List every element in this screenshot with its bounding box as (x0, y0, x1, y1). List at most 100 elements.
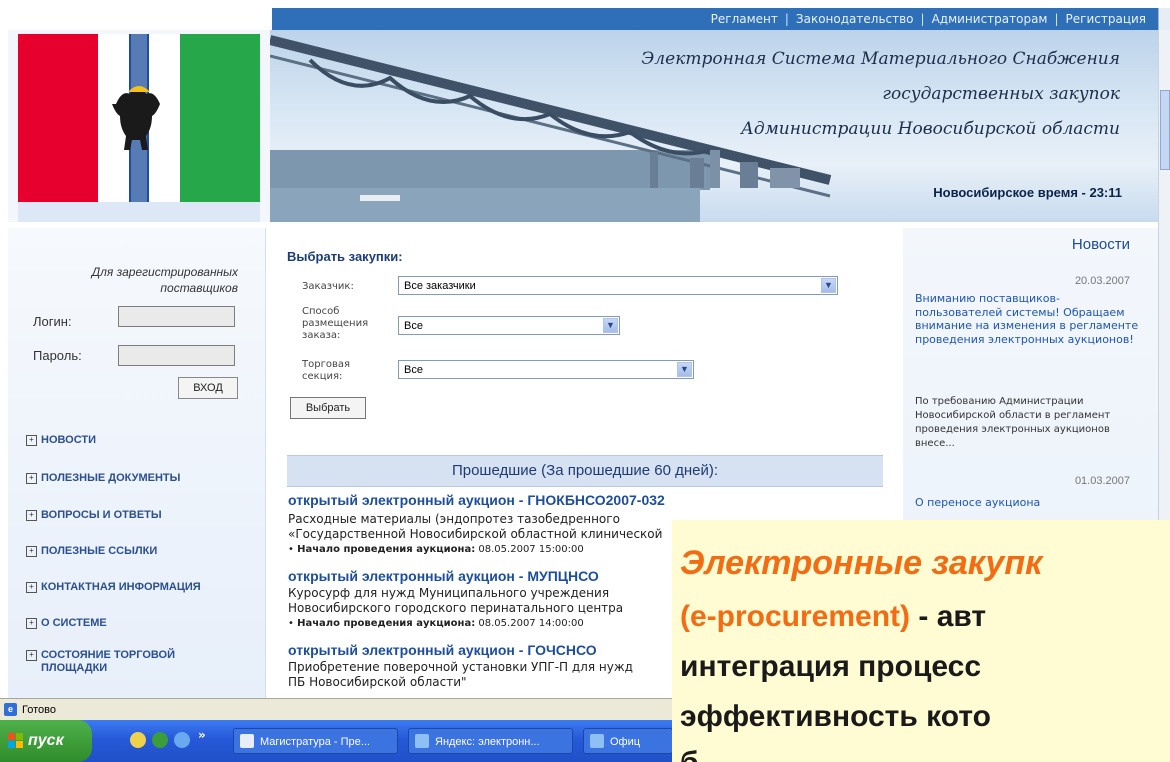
expand-icon: + (26, 435, 37, 446)
menu-item-label: КОНТАКТНАЯ ИНФОРМАЦИЯ (41, 581, 201, 593)
password-label: Пароль: (33, 348, 82, 363)
customer-select[interactable]: Все заказчики ▼ (398, 276, 838, 295)
auction-description: «Государственной Новосибирской областной… (288, 527, 663, 541)
method-select[interactable]: Все ▼ (398, 316, 620, 335)
section-select-value: Все (404, 364, 423, 376)
menu-item-links[interactable]: + ПОЛЕЗНЫЕ ССЫЛКИ (26, 545, 157, 557)
chevron-down-icon[interactable]: ▼ (677, 362, 692, 377)
menu-item-platform-status[interactable]: + СОСТОЯНИЕ ТОРГОВОЙ ПЛОЩАДКИ (26, 649, 201, 675)
auction-description: ПБ Новосибирской области" (288, 675, 467, 689)
overlay-line: эффективность кото (680, 700, 991, 733)
login-input[interactable] (118, 306, 235, 327)
expand-icon: + (26, 473, 37, 484)
menu-item-faq[interactable]: + ВОПРОСЫ И ОТВЕТЫ (26, 509, 162, 521)
system-title-line2: государственных закупок (882, 84, 1120, 104)
nav-separator: | (1054, 12, 1059, 26)
nav-link-admins[interactable]: Администраторам (932, 8, 1048, 30)
window-edge (1158, 8, 1170, 30)
auction-description: Расходные материалы (эндопротез тазобедр… (288, 512, 620, 526)
system-title-line3: Администрации Новосибирской области (741, 119, 1120, 139)
filter-title: Выбрать закупки: (287, 249, 403, 264)
flag-red-stripe (18, 34, 98, 202)
nav-link-reglament[interactable]: Регламент (711, 8, 778, 30)
expand-icon: + (26, 650, 37, 661)
chevron-down-icon[interactable]: ▼ (603, 318, 618, 333)
header-banner: Электронная Система Материального Снабже… (270, 30, 1158, 222)
quicklaunch-app-icon[interactable] (152, 732, 168, 748)
taskbar-window-label: Магистратура - Пре... (260, 736, 370, 748)
login-note: Для зарегистрированных поставщиков (91, 265, 238, 295)
customer-select-value: Все заказчики (404, 280, 476, 292)
top-nav: Регламент | Законодательство | Администратор… (272, 8, 1158, 30)
chevron-down-icon[interactable]: ▼ (821, 278, 836, 293)
auction-start-label: Начало проведения аукциона: (297, 544, 476, 555)
overlay-line: б (680, 746, 699, 762)
quicklaunch-app-icon[interactable] (130, 732, 146, 748)
expand-icon: + (26, 510, 37, 521)
presentation-icon (240, 734, 254, 748)
overlay-heading: Электронные закупк (680, 544, 1043, 582)
auction-title-link[interactable]: открытый электронный аукцион - МУПЦНСО (288, 568, 599, 584)
menu-item-label: ПОЛЕЗНЫЕ ДОКУМЕНТЫ (41, 472, 181, 484)
overlay-text: - авт (918, 600, 987, 633)
auction-start-label: Начало проведения аукциона: (297, 618, 476, 629)
status-text: Готово (22, 704, 56, 716)
taskbar-window-button[interactable]: Магистратура - Пре... (233, 728, 398, 754)
section-label: Торговая секция: (302, 359, 350, 382)
coat-of-arms-icon (112, 34, 160, 202)
menu-item-about[interactable]: + О СИСТЕМЕ (26, 617, 107, 629)
past-auctions-heading: Прошедшие (За прошедшие 60 дней): (287, 455, 883, 487)
auction-description: Куросурф для нужд Муниципального учрежде… (288, 586, 610, 600)
menu-item-label: ВОПРОСЫ И ОТВЕТЫ (41, 509, 162, 521)
auction-description: Новосибирского городского перинатального… (288, 601, 624, 615)
auction-title-link[interactable]: открытый электронный аукцион - ГНОКБНСО2… (288, 492, 665, 508)
auction-title-link[interactable]: открытый электронный аукцион - ГОЧСНСО (288, 642, 597, 658)
auction-start: • Начало проведения аукциона: 08.05.2007… (288, 544, 584, 555)
auction-description: Приобретение поверочной установки УПГ-П … (288, 660, 633, 674)
quicklaunch-browser-icon[interactable] (174, 732, 190, 748)
section-select[interactable]: Все ▼ (398, 360, 694, 379)
menu-item-label: О СИСТЕМЕ (41, 617, 107, 629)
choose-button[interactable]: Выбрать (290, 397, 366, 419)
login-button[interactable]: ВХОД (178, 377, 238, 399)
nav-separator: | (920, 12, 925, 26)
menu-item-documents[interactable]: + ПОЛЕЗНЫЕ ДОКУМЕНТЫ (26, 472, 180, 484)
news-link[interactable]: О переносе аукциона (915, 496, 1140, 509)
overlay-line: интеграция процесс (680, 650, 982, 683)
system-title-line1: Электронная Система Материального Снабже… (641, 49, 1120, 69)
taskbar-window-button[interactable]: Офиц (583, 728, 673, 754)
region-flag (18, 34, 260, 222)
menu-item-contacts[interactable]: + КОНТАКТНАЯ ИНФОРМАЦИЯ (26, 581, 201, 593)
menu-item-label: СОСТОЯНИЕ ТОРГОВОЙ ПЛОЩАДКИ (41, 649, 176, 674)
taskbar-window-label: Офиц (610, 736, 641, 748)
overlay-term: (e-procurement) (680, 600, 911, 633)
method-label: Способ размещения заказа: (302, 306, 369, 341)
news-date: 01.03.2007 (1074, 475, 1130, 487)
nav-link-legislation[interactable]: Законодательство (796, 8, 914, 30)
news-link[interactable]: Вниманию поставщиков-пользователей систе… (915, 292, 1140, 346)
auction-start: • Начало проведения аукциона: 08.05.2007… (288, 618, 584, 629)
start-button-label: пуск (28, 732, 64, 749)
scrollbar-thumb[interactable] (1160, 90, 1170, 170)
customer-label: Заказчик: (302, 281, 354, 292)
password-input[interactable] (118, 345, 235, 366)
flag-green-stripe (180, 34, 260, 202)
taskbar-window-button[interactable]: Яндекс: электронн... (408, 728, 573, 754)
flag-base (18, 202, 260, 222)
menu-item-label: НОВОСТИ (41, 434, 97, 446)
login-label: Логин: (33, 314, 72, 329)
ie-icon (415, 734, 429, 748)
auction-start-value: 08.05.2007 14:00:00 (478, 618, 584, 629)
nav-link-registration[interactable]: Регистрация (1066, 8, 1146, 30)
local-time: Новосибирское время - 23:11 (933, 185, 1122, 200)
ie-page-icon: e (4, 703, 17, 716)
flag-center-field (98, 34, 180, 202)
expand-icon: + (26, 618, 37, 629)
nav-separator: | (784, 12, 789, 26)
slide-text-overlay: Электронные закупк (e-procurement) - авт… (672, 520, 1170, 762)
quicklaunch-more-icon[interactable]: » (198, 728, 206, 742)
menu-item-label: ПОЛЕЗНЫЕ ССЫЛКИ (41, 545, 158, 557)
overlay-line: (e-procurement) - авт (680, 600, 986, 634)
auction-start-value: 08.05.2007 15:00:00 (478, 544, 584, 555)
menu-item-news[interactable]: + НОВОСТИ (26, 434, 96, 446)
